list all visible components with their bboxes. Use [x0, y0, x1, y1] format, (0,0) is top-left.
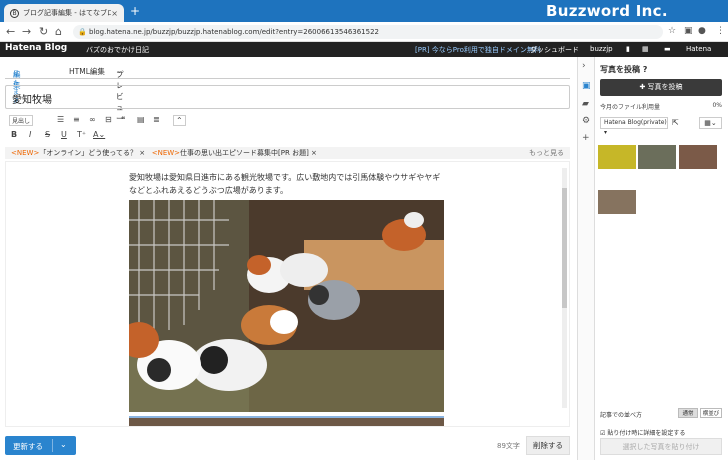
toolbar-row-2: B I S U T⁺ A⌄	[5, 130, 570, 142]
news-bar: <NEW>「オンライン」どう使ってる？ × <NEW>仕事の思い出エピソード募集…	[5, 147, 570, 159]
album-select-label: Hatena Blog(private)	[604, 119, 667, 126]
news-tag: <NEW>	[11, 149, 40, 157]
usage-value: 0%	[712, 102, 722, 109]
sidebar-heading: 写真を投稿 ?	[600, 65, 648, 74]
detail-setting-label: 貼り付け時に詳細を設定する	[607, 430, 686, 437]
char-count: 89文字	[497, 442, 520, 450]
font-size-icon[interactable]: T⁺	[77, 130, 86, 139]
body-text[interactable]: 愛知牧場は愛知県日進市にある観光牧場です。広い敷地内では引馬体験やウサギやヤギな…	[129, 171, 444, 197]
sidebar-rail: › ▣ ▰ ⚙ +	[577, 57, 595, 460]
external-link-icon[interactable]: ⇱	[672, 118, 679, 127]
browser-tabbar: B ブログ記事編集 - はてなブログ × + Buzzword Inc.	[0, 0, 728, 22]
table-icon[interactable]: ▤	[137, 115, 145, 124]
menu-icon[interactable]: ⋮	[716, 26, 725, 36]
news-tag: <NEW>	[151, 149, 181, 157]
scrollbar-thumb[interactable]	[562, 188, 567, 308]
tab-html[interactable]: HTML編集	[69, 66, 105, 77]
url-text: blog.hatena.ne.jp/buzzjp/buzzjp.hatenabl…	[89, 28, 379, 36]
photo-thumbnail[interactable]	[679, 145, 717, 169]
second-photo[interactable]	[129, 416, 444, 426]
update-separator	[52, 439, 53, 452]
checkbox[interactable]: ☑	[600, 430, 605, 437]
news-item[interactable]: 仕事の思い出エピソード募集中[PR お題]	[180, 149, 309, 157]
underline-icon[interactable]: U	[61, 130, 67, 139]
address-bar: ← → ↻ ⌂ 🔒 blog.hatena.ne.jp/buzzjp/buzzj…	[0, 22, 728, 42]
user-link[interactable]: buzzjp	[590, 45, 613, 53]
news-more-link[interactable]: もっと見る	[529, 147, 564, 159]
editor-body[interactable]: 愛知牧場は愛知県日進市にある観光牧場です。広い敷地内では引馬体験やウサギやヤギな…	[5, 161, 570, 427]
blog-name[interactable]: バズのおでかけ日記	[86, 45, 149, 55]
heading-select[interactable]: 見出し	[9, 115, 34, 126]
profile-icon[interactable]: ●	[698, 26, 706, 36]
editor-scrollbar[interactable]	[562, 168, 567, 408]
bold-icon[interactable]: B	[11, 130, 17, 139]
hatena-favicon-icon: B	[10, 8, 19, 18]
photo-thumbnail[interactable]	[638, 145, 676, 169]
detail-setting-row[interactable]: ☑ 貼り付け時に詳細を設定する	[600, 428, 722, 437]
home-icon[interactable]: ⌂	[55, 25, 62, 38]
photo-icon[interactable]: ▣	[582, 81, 591, 91]
apps-icon[interactable]: ▦	[642, 45, 649, 53]
italic-icon[interactable]: I	[29, 130, 31, 139]
brand-watermark: Buzzword Inc.	[546, 2, 668, 20]
paste-options: 記事での並べ方 通常 横並び ☑ 貼り付け時に詳細を設定する	[600, 408, 722, 437]
folder-icon[interactable]: ▰	[582, 99, 589, 109]
align-icon[interactable]: ≣	[153, 115, 160, 124]
editor-pane: 編集 見たまま HTML編集 プレビュー ⌄ 愛知牧場 見出し ☰ ≡ ∞ ⊟ …	[5, 57, 577, 460]
collapse-toolbar-icon[interactable]: ⌃	[173, 115, 186, 126]
comment-icon[interactable]: ▬	[664, 45, 671, 53]
album-select[interactable]: Hatena Blog(private) ▾	[600, 117, 668, 136]
bookmark-star-icon[interactable]: ☆	[668, 26, 676, 36]
usage-row: 今月のファイル利用量 0%	[600, 102, 722, 111]
new-tab-icon[interactable]: +	[130, 4, 140, 18]
link-icon[interactable]: ∞	[89, 115, 96, 124]
quote-icon[interactable]: ❝	[121, 115, 125, 124]
sort-label: 記事での並べ方	[600, 412, 643, 419]
delete-button[interactable]: 削除する	[526, 436, 570, 455]
dashboard-link[interactable]: ダッシュボード	[530, 45, 579, 55]
guinea-pig-photo[interactable]	[129, 200, 444, 412]
browser-tab[interactable]: B ブログ記事編集 - はてなブログ ×	[4, 4, 124, 22]
editor-footer: 更新する ⌄ 89文字 削除する	[5, 435, 570, 460]
photo-sidebar: 写真を投稿 ? ✚ 写真を投稿 今月のファイル利用量 0% Hatena Blo…	[595, 57, 728, 460]
tab-preview[interactable]: プレビュー ⌄	[116, 66, 124, 123]
reload-icon[interactable]: ↻	[39, 25, 48, 38]
tab-title: ブログ記事編集 - はてなブログ	[23, 9, 112, 17]
numbered-list-icon[interactable]: ≡	[73, 115, 80, 124]
hr-icon[interactable]: ⊟	[105, 115, 112, 124]
usage-label: 今月のファイル利用量	[600, 104, 661, 111]
bookmark-icon[interactable]: ▮	[626, 45, 630, 53]
sort-normal-button[interactable]: 通常	[678, 408, 698, 418]
extension-icon[interactable]: ▣	[684, 26, 693, 36]
grid-view-icon[interactable]: ▦⌄	[699, 117, 722, 129]
strike-icon[interactable]: S	[45, 130, 50, 139]
hatena-blog-logo[interactable]: Hatena Blog	[5, 43, 67, 53]
promo-link[interactable]: [PR] 今ならPro利用で独自ドメイン無料	[415, 45, 541, 55]
lock-icon: 🔒	[78, 28, 87, 36]
hatena-link[interactable]: Hatena	[686, 45, 711, 53]
url-field[interactable]: 🔒 blog.hatena.ne.jp/buzzjp/buzzjp.hatena…	[73, 25, 663, 39]
toolbar-row-1: 見出し ☰ ≡ ∞ ⊟ ❝ ▤ ≣ ⌃	[5, 115, 570, 127]
hatena-header: Hatena Blog バズのおでかけ日記 [PR] 今ならPro利用で独自ドメ…	[0, 42, 728, 57]
forward-icon[interactable]: →	[22, 25, 31, 38]
update-button[interactable]: 更新する ⌄	[5, 436, 76, 455]
bullet-list-icon[interactable]: ☰	[57, 115, 64, 124]
news-item[interactable]: 「オンライン」どう使ってる？	[39, 149, 137, 157]
gear-icon[interactable]: ⚙	[582, 116, 590, 126]
post-photo-button[interactable]: ✚ 写真を投稿	[600, 79, 722, 96]
chevron-right-icon[interactable]: ›	[582, 61, 586, 71]
help-icon[interactable]: ?	[643, 65, 648, 74]
close-tab-icon[interactable]: ×	[111, 9, 118, 18]
sort-horizontal-button[interactable]: 横並び	[700, 408, 722, 418]
entry-title-input[interactable]: 愛知牧場	[5, 85, 570, 109]
back-icon[interactable]: ←	[6, 25, 15, 38]
photo-thumbnail[interactable]	[598, 190, 636, 214]
chevron-down-icon[interactable]: ⌄	[60, 440, 67, 449]
paste-photo-button[interactable]: 選択した写真を貼り付け	[600, 438, 722, 455]
photo-thumbnail[interactable]	[598, 145, 636, 169]
plus-icon[interactable]: +	[582, 133, 590, 143]
text-color-icon[interactable]: A⌄	[93, 130, 105, 139]
update-button-label: 更新する	[13, 442, 43, 451]
editor-tabs: 編集 見たまま HTML編集 プレビュー ⌄	[5, 63, 570, 123]
